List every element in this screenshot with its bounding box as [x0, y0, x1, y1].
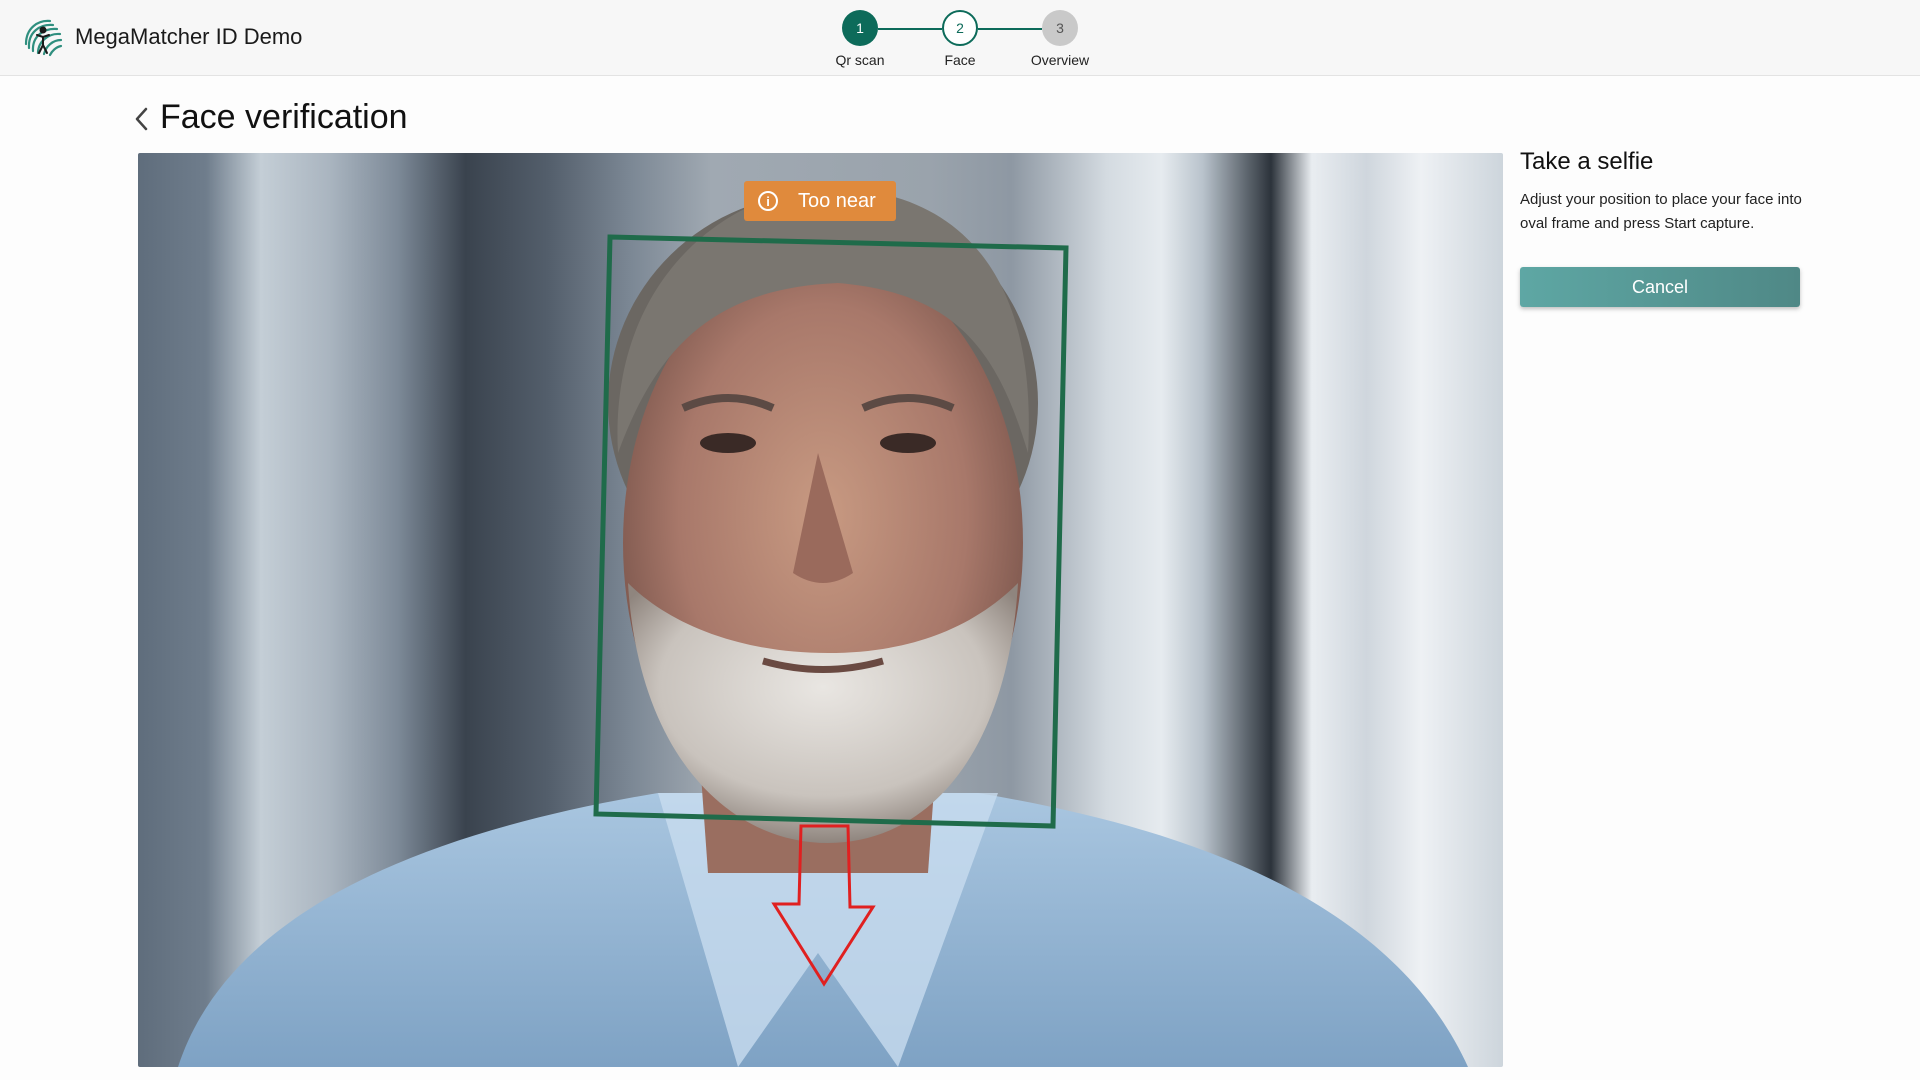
step-overview: 3 Overview [1020, 10, 1100, 68]
info-icon: i [758, 191, 778, 211]
person-eye-left [700, 433, 756, 453]
step-circle: 1 [842, 10, 878, 46]
progress-stepper: 1 Qr scan 2 Face 3 Overview [820, 10, 1100, 70]
panel-title: Take a selfie [1520, 148, 1654, 175]
camera-preview: i Too near [138, 153, 1503, 1067]
fingerprint-logo-icon [20, 14, 66, 60]
status-badge: i Too near [744, 181, 896, 221]
cancel-button[interactable]: Cancel [1520, 267, 1800, 307]
chevron-left-icon [135, 107, 148, 131]
app-title: MegaMatcher ID Demo [75, 24, 303, 49]
page-title: Face verification [160, 98, 408, 136]
step-label: Face [944, 52, 976, 68]
status-text: Too near [798, 189, 876, 212]
panel-instructions: Adjust your position to place your face … [1520, 191, 1802, 232]
step-circle: 2 [942, 10, 978, 46]
step-label: Qr scan [835, 52, 885, 68]
person-eye-right [880, 433, 936, 453]
step-qr-scan: 1 Qr scan [820, 10, 900, 68]
step-label: Overview [1030, 52, 1090, 68]
camera-feed-illustration [178, 187, 1468, 1067]
step-face: 2 Face [920, 10, 1000, 68]
step-circle: 3 [1042, 10, 1078, 46]
app-header: MegaMatcher ID Demo 1 Qr scan 2 Face 3 O… [0, 0, 1920, 76]
back-button[interactable] [128, 104, 154, 134]
